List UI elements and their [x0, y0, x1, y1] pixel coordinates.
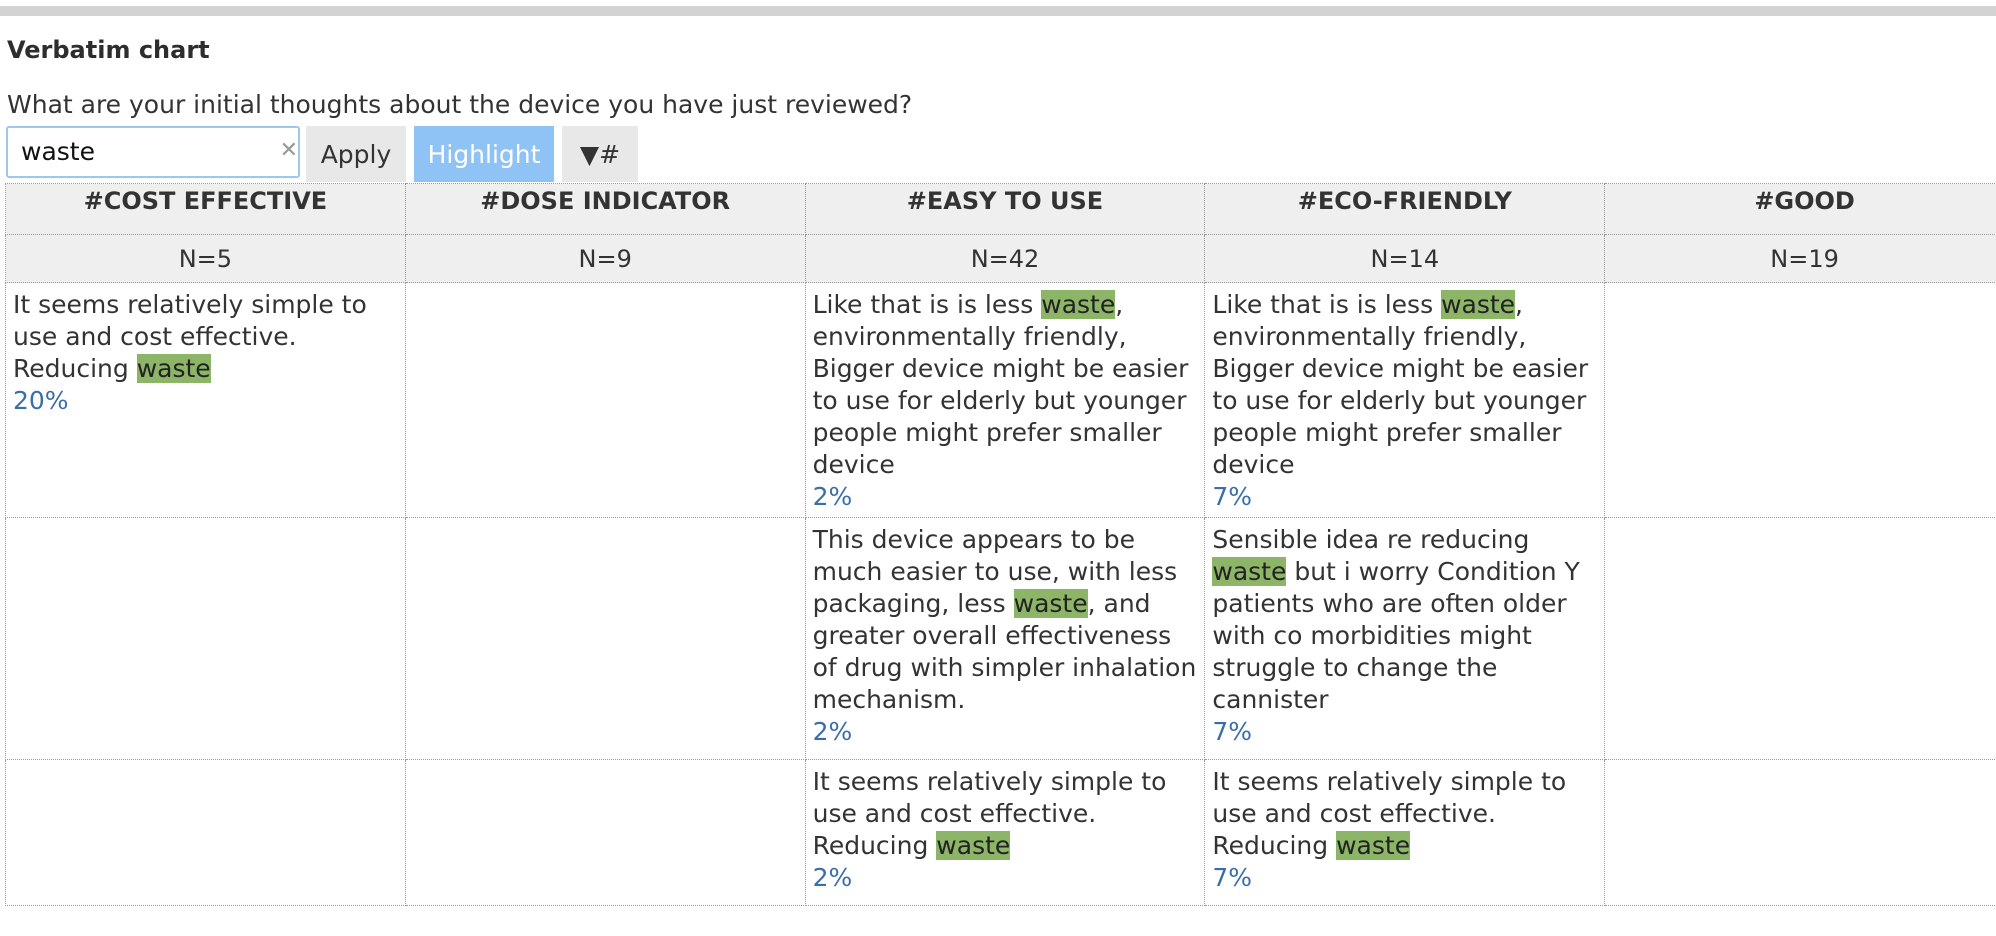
highlight-button[interactable]: Highlight	[414, 126, 554, 182]
verbatim-cell: It seems relatively simple to use and co…	[1204, 759, 1606, 906]
verbatim-cell: This device appears to be much easier to…	[804, 517, 1206, 760]
close-icon[interactable]: ✕	[280, 140, 298, 162]
verbatim-cell: It seems relatively simple to use and co…	[5, 282, 406, 518]
percent-link[interactable]: 2%	[813, 716, 1198, 748]
column-header-dose-indicator[interactable]: #DOSE INDICATOR	[404, 183, 806, 235]
verbatim-text[interactable]: It seems relatively simple to use and co…	[1212, 767, 1566, 860]
verbatim-text[interactable]: Like that is is less waste, environmenta…	[812, 290, 1188, 479]
verbatim-text[interactable]: Like that is is less waste, environmenta…	[1212, 290, 1588, 479]
verbatim-cell	[1604, 759, 1996, 906]
verbatim-cell	[404, 759, 806, 906]
search-match-highlight: waste	[1336, 831, 1411, 860]
apply-button[interactable]: Apply	[306, 126, 406, 182]
column-header-eco-friendly[interactable]: #ECO-FRIENDLY	[1204, 183, 1606, 235]
column-count: N=19	[1604, 234, 1996, 283]
toolbar: ✕ Apply Highlight ▼#	[6, 126, 646, 182]
percent-link[interactable]: 20%	[13, 385, 398, 417]
percent-link[interactable]: 2%	[813, 481, 1198, 513]
search-match-highlight: waste	[136, 354, 211, 383]
column-count: N=42	[804, 234, 1206, 283]
verbatim-text[interactable]: Sensible idea re reducing waste but i wo…	[1212, 525, 1580, 714]
column-count: N=14	[1204, 234, 1606, 283]
percent-link[interactable]: 2%	[813, 862, 1198, 894]
search-match-highlight: waste	[1441, 290, 1516, 319]
verbatim-cell: Like that is is less waste, environmenta…	[1204, 282, 1606, 518]
column-count: N=5	[5, 234, 406, 283]
page-title: Verbatim chart	[7, 36, 210, 64]
verbatim-table: #COST EFFECTIVE #DOSE INDICATOR #EASY TO…	[5, 183, 1996, 906]
verbatim-cell: Like that is is less waste, environmenta…	[804, 282, 1206, 518]
verbatim-text-before: Sensible idea re reducing	[1212, 525, 1530, 554]
verbatim-cell	[5, 517, 406, 760]
verbatim-text-before: Like that is is less	[812, 290, 1042, 319]
search-input[interactable]	[8, 128, 281, 174]
percent-link[interactable]: 7%	[1212, 716, 1597, 748]
column-header-good[interactable]: #GOOD	[1604, 183, 1996, 235]
header-row: #COST EFFECTIVE #DOSE INDICATOR #EASY TO…	[5, 183, 1996, 235]
verbatim-text-before: Like that is is less	[1212, 290, 1442, 319]
search-match-highlight: waste	[936, 831, 1011, 860]
verbatim-cell	[1604, 282, 1996, 518]
search-box: ✕	[6, 126, 300, 178]
search-match-highlight: waste	[1041, 290, 1116, 319]
table-row: This device appears to be much easier to…	[5, 517, 1996, 760]
table-row: It seems relatively simple to use and co…	[5, 759, 1996, 906]
verbatim-text[interactable]: It seems relatively simple to use and co…	[13, 290, 367, 383]
top-divider	[0, 6, 1996, 16]
verbatim-cell: Sensible idea re reducing waste but i wo…	[1204, 517, 1606, 760]
column-header-cost-effective[interactable]: #COST EFFECTIVE	[5, 183, 406, 235]
table-row: It seems relatively simple to use and co…	[5, 282, 1996, 518]
percent-link[interactable]: 7%	[1212, 862, 1597, 894]
filter-tags-button[interactable]: ▼#	[562, 126, 638, 182]
search-match-highlight: waste	[1013, 589, 1088, 618]
verbatim-text[interactable]: This device appears to be much easier to…	[813, 525, 1197, 714]
verbatim-cell: It seems relatively simple to use and co…	[804, 759, 1206, 906]
column-header-easy-to-use[interactable]: #EASY TO USE	[804, 183, 1206, 235]
verbatim-text[interactable]: It seems relatively simple to use and co…	[813, 767, 1166, 860]
verbatim-cell	[404, 517, 806, 760]
search-match-highlight: waste	[1212, 557, 1287, 586]
verbatim-cell	[404, 282, 806, 518]
count-row: N=5 N=9 N=42 N=14 N=19	[5, 234, 1996, 283]
verbatim-cell	[5, 759, 406, 906]
percent-link[interactable]: 7%	[1212, 481, 1597, 513]
verbatim-cell	[1604, 517, 1996, 760]
column-count: N=9	[404, 234, 806, 283]
question-text: What are your initial thoughts about the…	[7, 90, 913, 119]
